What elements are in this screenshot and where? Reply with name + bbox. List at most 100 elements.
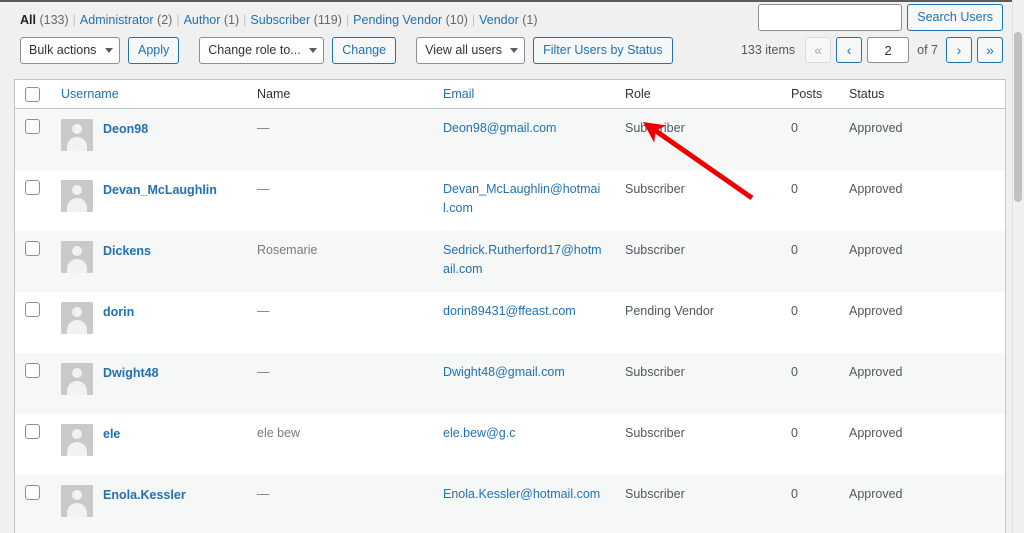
row-checkbox[interactable] xyxy=(25,363,40,378)
name-cell: — xyxy=(247,292,433,353)
username-link[interactable]: Deon98 xyxy=(103,119,148,139)
row-checkbox[interactable] xyxy=(25,485,40,500)
row-checkbox[interactable] xyxy=(25,241,40,256)
change-role-button[interactable]: Change xyxy=(332,37,397,64)
search-users-button[interactable]: Search Users xyxy=(907,4,1003,31)
current-page-input[interactable] xyxy=(867,37,910,63)
search-input[interactable] xyxy=(758,4,903,31)
username-link[interactable]: ele xyxy=(103,424,120,444)
role-filter-vendor-count: (1) xyxy=(522,13,538,27)
column-header-posts: Posts xyxy=(781,80,839,109)
row-select-cell xyxy=(15,353,51,414)
role-filter-pending-vendor-link[interactable]: Pending Vendor xyxy=(353,13,442,27)
row-checkbox[interactable] xyxy=(25,302,40,317)
select-all-checkbox[interactable] xyxy=(25,87,40,102)
name-value: — xyxy=(257,182,270,196)
email-cell: Sedrick.Rutherford17@hotmail.com xyxy=(433,231,615,292)
table-row[interactable]: Dickens Rosemarie Sedrick.Rutherford17@hot… xyxy=(15,231,1005,292)
role-filter-pending-vendor[interactable]: Pending Vendor (10) xyxy=(353,13,468,27)
posts-cell: 0 xyxy=(781,170,839,231)
column-header-username[interactable]: Username xyxy=(51,80,247,109)
filter-separator: | xyxy=(72,13,76,27)
column-header-status: Status xyxy=(839,80,1005,109)
email-link[interactable]: Deon98@gmail.com xyxy=(443,121,556,135)
role-filter-all-count: (133) xyxy=(39,13,69,27)
username-cell: ele xyxy=(51,414,247,475)
name-value: — xyxy=(257,365,270,379)
name-cell: Rosemarie xyxy=(247,231,433,292)
column-header-email[interactable]: Email xyxy=(433,80,615,109)
email-cell: Dwight48@gmail.com xyxy=(433,353,615,414)
role-filter-subscriber-count: (119) xyxy=(313,13,342,27)
table-row[interactable]: dorin — dorin89431@ffeast.com Pending Vendo… xyxy=(15,292,1005,353)
filter-separator: | xyxy=(345,13,350,27)
role-cell: Subscriber xyxy=(615,231,781,292)
role-filter-administrator-link[interactable]: Administrator xyxy=(80,13,154,27)
email-link[interactable]: Dwight48@gmail.com xyxy=(443,365,565,379)
role-filter-author[interactable]: Author (1) xyxy=(184,13,240,27)
browser-scrollbar-track[interactable] xyxy=(1012,2,1024,533)
table-row[interactable]: Deon98 — Deon98@gmail.com Subscriber 0 Approv… xyxy=(15,109,1005,170)
email-cell: dorin89431@ffeast.com xyxy=(433,292,615,353)
role-filter-administrator[interactable]: Administrator (2) xyxy=(80,13,172,27)
status-cell: Approved xyxy=(839,292,1005,353)
role-filter-author-link[interactable]: Author xyxy=(184,13,221,27)
total-pages-label: of 7 xyxy=(917,43,938,57)
status-cell: Approved xyxy=(839,353,1005,414)
role-filter-subscriber[interactable]: Subscriber (119) xyxy=(250,13,342,27)
table-row[interactable]: ele ele bew ele.bew@g.c Subscriber 0 Approved xyxy=(15,414,1005,475)
name-value: — xyxy=(257,304,270,318)
role-filter-all[interactable]: All (133) xyxy=(20,13,69,27)
next-page-button[interactable]: › xyxy=(946,37,972,63)
email-link[interactable]: dorin89431@ffeast.com xyxy=(443,304,576,318)
apply-button[interactable]: Apply xyxy=(128,37,180,64)
role-filter-vendor[interactable]: Vendor (1) xyxy=(479,13,537,27)
table-header-row: Username Name Email Role Posts Status xyxy=(15,80,1005,109)
role-filter-subscriber-link[interactable]: Subscriber xyxy=(250,13,310,27)
row-checkbox[interactable] xyxy=(25,424,40,439)
bulk-actions-select[interactable]: Bulk actions xyxy=(20,37,120,64)
table-row[interactable]: Devan_McLaughlin — Devan_McLaughlin@hotmai… xyxy=(15,170,1005,231)
role-filter-all-link[interactable]: All xyxy=(20,13,36,27)
status-cell: Approved xyxy=(839,109,1005,170)
email-link[interactable]: Sedrick.Rutherford17@hotmail.com xyxy=(443,243,602,276)
role-cell: Subscriber xyxy=(615,414,781,475)
username-link[interactable]: dorin xyxy=(103,302,134,322)
email-link[interactable]: Devan_McLaughlin@hotmail.com xyxy=(443,182,600,215)
avatar xyxy=(61,119,93,151)
users-table: Username Name Email Role Posts Status De… xyxy=(14,79,1006,533)
row-checkbox[interactable] xyxy=(25,119,40,134)
users-table-head: Username Name Email Role Posts Status xyxy=(15,80,1005,109)
row-checkbox[interactable] xyxy=(25,180,40,195)
posts-cell: 0 xyxy=(781,231,839,292)
email-link[interactable]: ele.bew@g.c xyxy=(443,426,515,440)
username-link[interactable]: Devan_McLaughlin xyxy=(103,180,217,200)
sort-email-link[interactable]: Email xyxy=(443,87,474,101)
row-select-cell xyxy=(15,414,51,475)
view-filter-select[interactable]: View all users xyxy=(416,37,526,64)
email-link[interactable]: Enola.Kessler@hotmail.com xyxy=(443,487,600,501)
sort-username-link[interactable]: Username xyxy=(61,87,119,101)
change-role-select[interactable]: Change role to... xyxy=(199,37,325,64)
filter-users-by-status-button[interactable]: Filter Users by Status xyxy=(533,37,673,64)
username-cell: dorin xyxy=(51,292,247,353)
name-cell: — xyxy=(247,353,433,414)
username-link[interactable]: Dwight48 xyxy=(103,363,159,383)
name-cell: ele bew xyxy=(247,414,433,475)
username-link[interactable]: Dickens xyxy=(103,241,151,261)
email-cell: Enola.Kessler@hotmail.com xyxy=(433,475,615,533)
table-row[interactable]: Dwight48 — Dwight48@gmail.com Subscriber 0 Ap… xyxy=(15,353,1005,414)
row-select-cell xyxy=(15,292,51,353)
prev-page-button[interactable]: ‹ xyxy=(836,37,863,63)
table-row[interactable]: Enola.Kessler — Enola.Kessler@hotmail.com S… xyxy=(15,475,1005,533)
browser-scrollbar-thumb[interactable] xyxy=(1014,32,1022,202)
username-cell: Enola.Kessler xyxy=(51,475,247,533)
wp-admin-content: All (133) | Administrator (2) | Author (1) | S… xyxy=(0,2,1012,533)
avatar xyxy=(61,485,93,517)
role-filter-vendor-link[interactable]: Vendor xyxy=(479,13,519,27)
username-link[interactable]: Enola.Kessler xyxy=(103,485,186,505)
role-cell: Subscriber xyxy=(615,170,781,231)
role-filter-author-count: (1) xyxy=(223,13,240,27)
status-cell: Approved xyxy=(839,475,1005,533)
last-page-button[interactable]: » xyxy=(977,37,1003,63)
